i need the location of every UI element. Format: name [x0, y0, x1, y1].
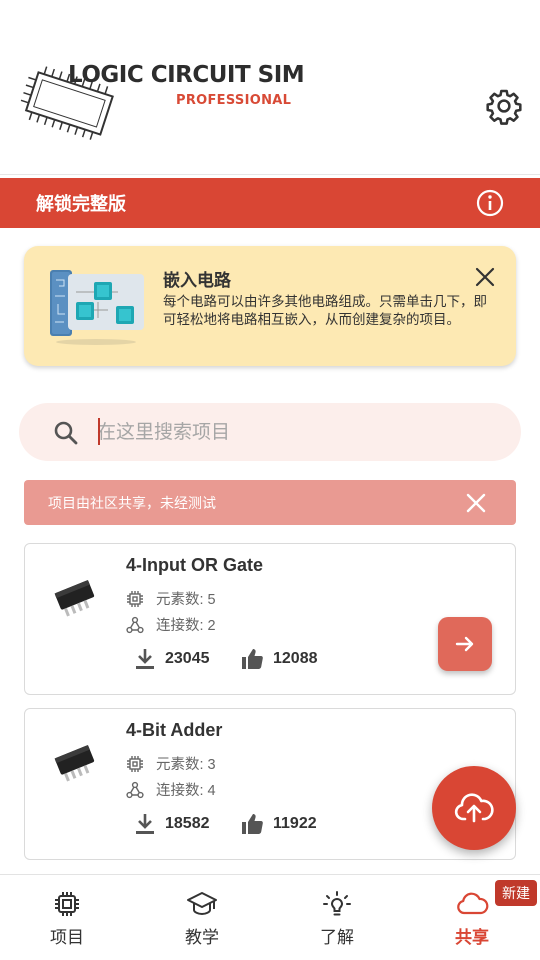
chip-icon [55, 892, 79, 916]
text-cursor [98, 418, 100, 445]
connection-count-text: 连接数: 4 [156, 783, 216, 799]
search-icon [54, 421, 78, 445]
nav-label: 项目 [50, 928, 84, 948]
nav-item-learn[interactable]: 了解 [287, 889, 387, 948]
like-count: 11922 [241, 813, 317, 835]
arrow-right-icon [455, 636, 474, 652]
unlock-label: 解锁完整版 [36, 194, 126, 215]
connection-count-text: 连接数: 2 [156, 618, 216, 634]
tip-title: 嵌入电路 [163, 271, 231, 291]
settings-button[interactable] [484, 86, 524, 126]
project-card[interactable]: 4-Input OR Gate 元素数: 5 连接数: 2 23045 1208… [24, 543, 516, 695]
ic-chip-icon [54, 579, 95, 617]
chip-icon [127, 590, 143, 607]
unlock-full-version-bar[interactable]: 解锁完整版 [0, 178, 540, 228]
nav-item-tutorials[interactable]: 教学 [152, 889, 252, 948]
element-count-text: 元素数: 3 [156, 757, 216, 773]
connection-count: 连接数: 2 [126, 614, 216, 635]
chip-icon [127, 755, 143, 772]
info-icon[interactable] [476, 189, 504, 217]
lightbulb-icon [323, 891, 351, 916]
community-warning-banner: 项目由社区共享，未经测试 [24, 480, 516, 525]
like-count-text: 11922 [273, 815, 317, 832]
cloud-upload-icon [454, 793, 494, 823]
tip-card: 嵌入电路 每个电路可以由许多其他电路组成。只需单击几下，即可轻松地将电路相互嵌入… [24, 246, 516, 366]
cloud-icon [457, 892, 489, 915]
element-count-text: 元素数: 5 [156, 592, 216, 608]
upload-project-button[interactable] [432, 766, 516, 850]
new-badge: 新建 [495, 880, 537, 906]
nav-label: 教学 [185, 928, 219, 948]
download-count: 18582 [135, 813, 210, 835]
open-project-button[interactable] [438, 617, 492, 671]
app-header: LOGIC CIRCUIT SIM PROFESSIONAL [0, 0, 540, 175]
tip-text: 每个电路可以由许多其他电路组成。只需单击几下，即可轻松地将电路相互嵌入，从而创建… [163, 294, 487, 328]
connections-icon [126, 616, 144, 633]
download-count-text: 23045 [165, 650, 210, 667]
element-count: 元素数: 3 [126, 753, 216, 774]
graduation-cap-icon [187, 892, 217, 915]
close-icon[interactable] [474, 266, 496, 288]
download-icon [136, 814, 154, 834]
nav-label: 共享 [455, 928, 489, 948]
nav-item-projects[interactable]: 项目 [17, 889, 117, 948]
element-count: 元素数: 5 [126, 588, 216, 609]
thumbs-up-icon [242, 814, 263, 834]
download-count-text: 18582 [165, 815, 210, 832]
nav-label: 了解 [320, 928, 354, 948]
project-title: 4-Input OR Gate [126, 555, 264, 575]
search-input[interactable] [97, 413, 497, 451]
thumbs-up-icon [242, 649, 263, 669]
connections-icon [126, 781, 144, 798]
connection-count: 连接数: 4 [126, 779, 216, 800]
app-logo: LOGIC CIRCUIT SIM PROFESSIONAL [16, 60, 326, 150]
download-icon [136, 649, 154, 669]
close-icon[interactable] [464, 491, 488, 515]
warning-text: 项目由社区共享，未经测试 [48, 495, 216, 512]
gear-icon [486, 89, 522, 125]
ic-chip-icon [54, 744, 95, 782]
project-title: 4-Bit Adder [126, 720, 223, 740]
circuit-board-illustration [50, 270, 144, 345]
logo-subtitle: PROFESSIONAL [176, 93, 292, 108]
search-bar[interactable] [19, 403, 521, 461]
like-count-text: 12088 [273, 650, 318, 667]
logo-title: LOGIC CIRCUIT SIM [68, 62, 305, 88]
like-count: 12088 [241, 648, 318, 670]
bottom-navigation: 项目 教学 了解 共享 [0, 874, 540, 960]
download-count: 23045 [135, 648, 210, 670]
